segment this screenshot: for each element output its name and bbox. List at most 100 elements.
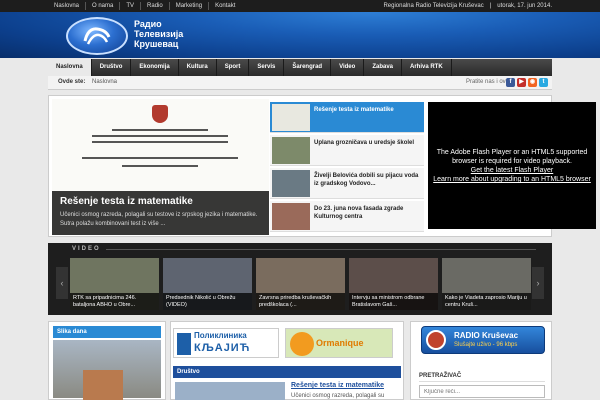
search-header: PRETRAŽIVAČ	[419, 373, 462, 379]
divider	[106, 249, 536, 250]
video-thumb[interactable]: Kako je Viadeta zaprosio Mariju u centru…	[442, 258, 531, 310]
nav-item-sarengrad[interactable]: Šarengrad	[284, 59, 332, 76]
featured-title[interactable]: Rešenje testa iz matematike	[60, 196, 193, 207]
radio-title: RADIO Kruševac	[454, 331, 519, 340]
nav-item-servis[interactable]: Servis	[249, 59, 285, 76]
featured-section: Rešenje testa iz matematike Učenici osmo…	[48, 95, 596, 237]
current-date: utorak, 17. jun 2014.	[497, 3, 552, 9]
logo-line-1: Радио	[134, 19, 162, 29]
nav-item-zabava[interactable]: Zabava	[364, 59, 402, 76]
photo-of-day-image[interactable]	[53, 340, 161, 400]
video-prev-arrow-icon[interactable]: ‹	[56, 267, 68, 299]
featured-thumb	[272, 137, 310, 164]
radio-antenna-icon	[426, 330, 446, 350]
featured-thumb	[272, 104, 310, 131]
featured-thumb	[272, 203, 310, 230]
video-next-arrow-icon[interactable]: ›	[532, 267, 544, 299]
video-strip: VIDEO ‹ › RTK sa pripadnicima 246. batal…	[48, 243, 552, 315]
video-caption: Intervju sa ministrom odbrane Bratislavo…	[349, 293, 438, 310]
logo-line-3: Крушевац	[134, 39, 179, 49]
video-caption: RTK sa pripadnicima 246. bataljona ABHO …	[70, 293, 159, 310]
nav-item-naslovna[interactable]: Naslovna	[48, 59, 92, 76]
breadcrumb-current[interactable]: Naslovna	[92, 79, 117, 85]
nav-item-video[interactable]: Video	[331, 59, 365, 76]
video-thumb[interactable]: Zavrsna priredba kruševačkih predškolaca…	[256, 258, 345, 310]
logo-text: Радио Телевизија Крушевац	[134, 19, 183, 49]
breadcrumb-label: Ovde ste:	[58, 79, 86, 85]
top-right-info: Regionalna Radio Televizija Kruševac | u…	[377, 2, 552, 10]
rss-icon[interactable]: ◉	[528, 78, 537, 87]
document-text-line	[122, 165, 198, 167]
top-link-naslovna[interactable]: Naslovna	[48, 2, 87, 10]
breadcrumb: Ovde ste: Naslovna Pratite nas i ovde: f…	[48, 76, 552, 90]
main-nav: Naslovna Društvo Ekonomija Kultura Sport…	[48, 59, 552, 76]
station-name: Regionalna Radio Televizija Kruševac	[383, 3, 484, 9]
featured-list-item[interactable]: Uplana grozničava u uredsje školel	[270, 135, 424, 166]
featured-item-title: Rešenje testa iz matematike	[314, 107, 394, 113]
top-link-tv[interactable]: TV	[120, 2, 142, 10]
featured-item-title: Živelji Belovića dobili su pijacu voda i…	[314, 173, 419, 187]
featured-summary: Učenici osmog razreda, polagali su testo…	[60, 212, 258, 227]
top-link-marketing[interactable]: Marketing	[170, 2, 210, 10]
search-input[interactable]	[419, 385, 545, 398]
top-utility-bar: Naslovna O nama TV Radio Marketing Konta…	[0, 0, 600, 12]
top-links: Naslovna O nama TV Radio Marketing Konta…	[48, 2, 241, 10]
video-thumb[interactable]: RTK sa pripadnicima 246. bataljona ABHO …	[70, 258, 159, 310]
twitter-icon[interactable]: t	[539, 78, 548, 87]
nav-item-kultura[interactable]: Kultura	[179, 59, 217, 76]
news-thumb[interactable]	[175, 382, 285, 400]
clinic-logo-icon	[177, 333, 191, 355]
featured-list-item[interactable]: Živelji Belovića dobili su pijacu voda i…	[270, 168, 424, 199]
ad-poliklinika-line1: Поликлиника	[194, 331, 247, 340]
document-text-line	[112, 129, 208, 131]
ad-poliklinika[interactable]: Поликлиника КЉАЈИЋ	[173, 328, 279, 358]
building-shape	[83, 370, 123, 400]
separator: |	[489, 3, 492, 9]
featured-item-title: Do 23. juna nova fasada zgrade Kulturnog…	[314, 206, 404, 220]
rtk-logo-mark-icon	[83, 27, 111, 45]
video-caption: Zavrsna priredba kruševačkih predškolaca…	[256, 293, 345, 310]
ormanique-logo-icon	[290, 332, 314, 356]
html5-upgrade-link[interactable]: Learn more about upgrading to an HTML5 b…	[432, 175, 592, 184]
flash-video-player[interactable]: The Adobe Flash Player or an HTML5 suppo…	[428, 102, 596, 229]
featured-thumb	[272, 170, 310, 197]
flash-required-text: The Adobe Flash Player or an HTML5 suppo…	[436, 149, 588, 165]
serbia-coat-of-arms-icon	[152, 105, 168, 123]
video-caption: Predsednik Nikolić u Obrežu (VIDEO)	[163, 293, 252, 310]
section-header-drustvo[interactable]: Društvo	[173, 366, 401, 378]
featured-main-story[interactable]: Rešenje testa iz matematike Učenici osmo…	[52, 99, 269, 235]
divider	[419, 381, 545, 382]
photo-of-day-header: Slika dana	[53, 326, 161, 338]
video-caption: Kako je Viadeta zaprosio Mariju u centru…	[442, 293, 531, 310]
site-header: Радио Телевизија Крушевац	[0, 12, 600, 58]
ad-ormanique-text: Ormanique	[316, 338, 364, 348]
news-title-link[interactable]: Rešenje testa iz matematike	[291, 382, 384, 389]
video-section-label: VIDEO	[72, 246, 101, 252]
rtk-logo[interactable]	[66, 17, 128, 55]
top-link-o-nama[interactable]: O nama	[86, 2, 121, 10]
facebook-icon[interactable]: f	[506, 78, 515, 87]
middle-pane: Поликлиника КЉАЈИЋ Ormanique Društvo Reš…	[170, 321, 404, 400]
youtube-icon[interactable]: ▶	[517, 78, 526, 87]
top-link-kontakt[interactable]: Kontakt	[209, 2, 241, 10]
nav-item-arhiva[interactable]: Arhiva RTK	[402, 59, 452, 76]
video-thumb[interactable]: Intervju sa ministrom odbrane Bratislavo…	[349, 258, 438, 310]
document-text-line	[92, 141, 228, 143]
top-link-radio[interactable]: Radio	[141, 2, 170, 10]
nav-item-sport[interactable]: Sport	[217, 59, 250, 76]
nav-item-drustvo[interactable]: Društvo	[92, 59, 132, 76]
radio-live-button[interactable]: RADIO Kruševac Slušajte uživo - 96 kbps	[421, 326, 545, 354]
featured-list-item[interactable]: Rešenje testa iz matematike	[270, 102, 424, 133]
video-thumb[interactable]: Predsednik Nikolić u Obrežu (VIDEO)	[163, 258, 252, 310]
radio-subtitle: Slušajte uživo - 96 kbps	[454, 342, 518, 348]
flash-player-link[interactable]: Get the latest Flash Player	[432, 166, 592, 175]
document-text-line	[82, 157, 238, 159]
right-pane: RADIO Kruševac Slušajte uživo - 96 kbps …	[410, 321, 552, 400]
flash-message: The Adobe Flash Player or an HTML5 suppo…	[432, 148, 592, 184]
featured-list-item[interactable]: Do 23. juna nova fasada zgrade Kulturnog…	[270, 201, 424, 232]
featured-caption: Rešenje testa iz matematike Učenici osmo…	[52, 191, 269, 235]
nav-item-ekonomija[interactable]: Ekonomija	[131, 59, 179, 76]
ad-ormanique[interactable]: Ormanique	[285, 328, 393, 358]
ad-poliklinika-line2: КЉАЈИЋ	[194, 342, 251, 354]
featured-item-title: Uplana grozničava u uredsje školel	[314, 140, 415, 146]
